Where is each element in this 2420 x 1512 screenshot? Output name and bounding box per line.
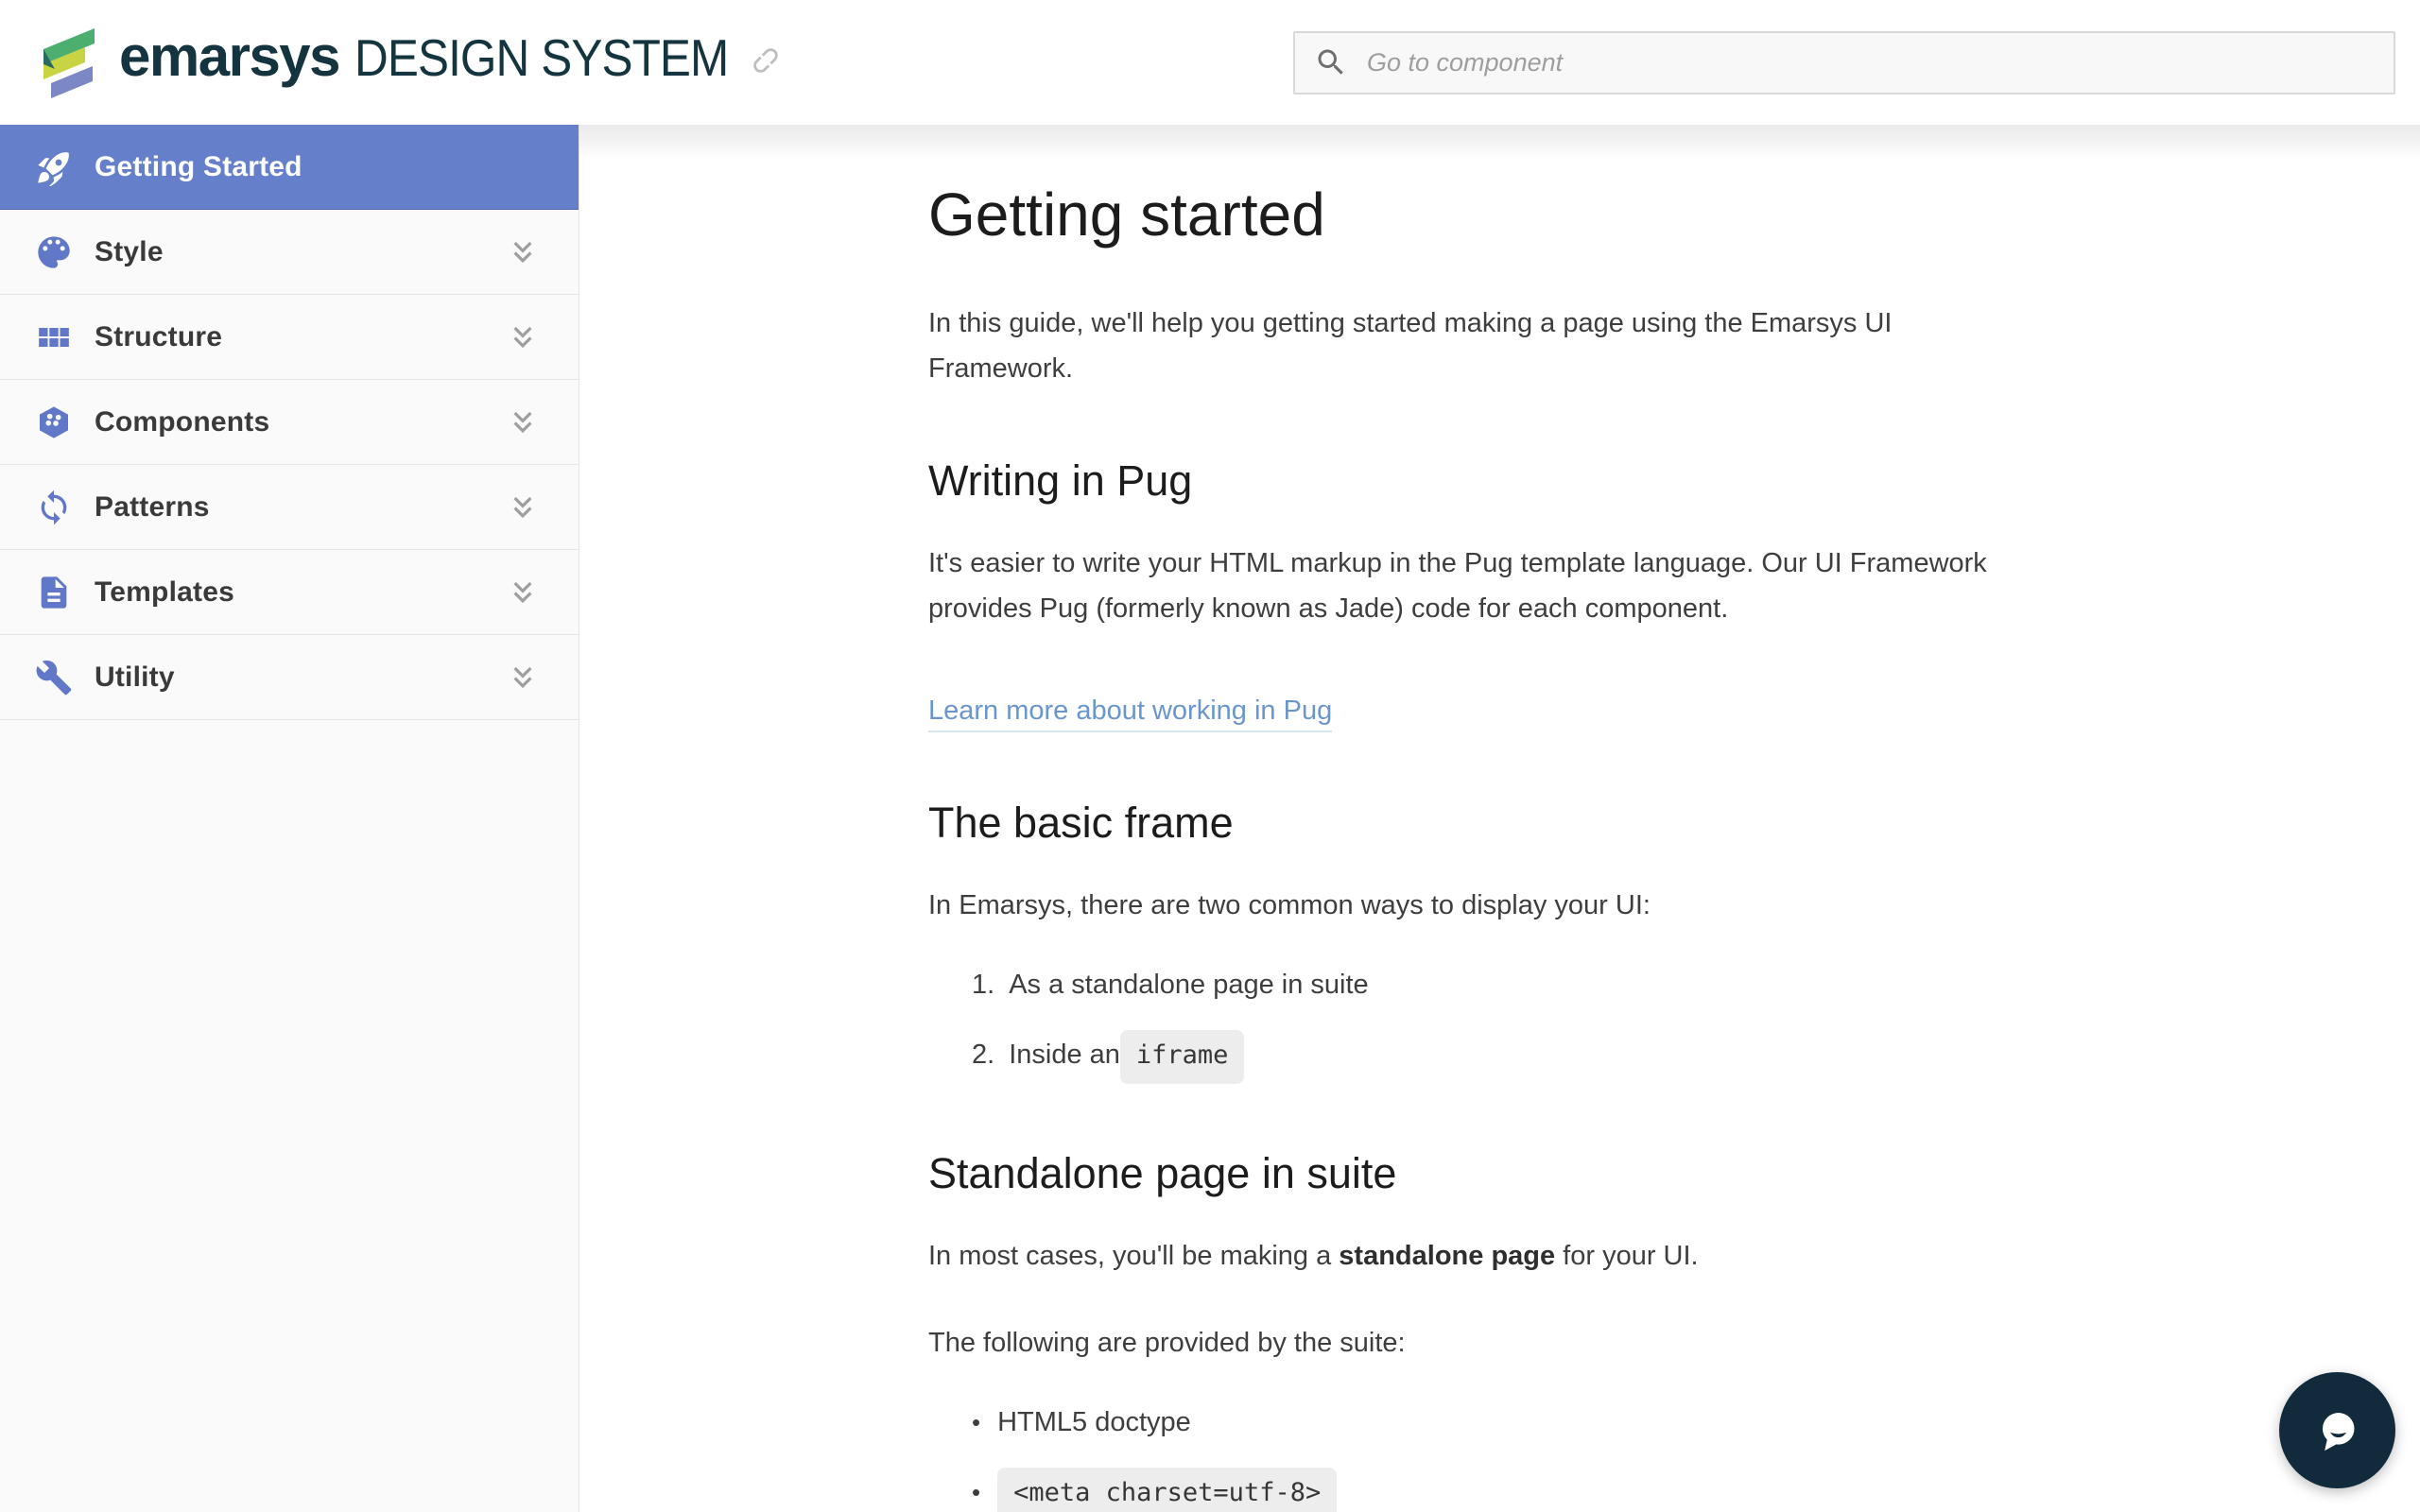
expand-chevrons-icon[interactable] xyxy=(505,490,541,525)
sidebar-item-label: Patterns xyxy=(95,491,210,524)
list-item: 1. As a standalone page in suite xyxy=(972,962,2006,1007)
bullet-list: • HTML5 doctype • <meta charset=utf-8> xyxy=(928,1400,2006,1512)
sidebar-item-templates[interactable]: Templates xyxy=(0,550,579,635)
page-title: Getting started xyxy=(928,178,2006,251)
sidebar-item-style[interactable]: Style xyxy=(0,210,579,295)
sidebar-item-components[interactable]: Components xyxy=(0,380,579,465)
expand-chevrons-icon[interactable] xyxy=(505,575,541,610)
emarsys-logo-mark-icon xyxy=(38,24,98,101)
bullet-marker: • xyxy=(972,1400,980,1445)
search-icon xyxy=(1314,45,1348,79)
sidebar-item-getting-started[interactable]: Getting Started xyxy=(0,125,579,210)
component-search xyxy=(1293,31,2395,94)
permalink-icon[interactable] xyxy=(749,43,783,82)
bullet-marker: • xyxy=(972,1469,980,1512)
provided-paragraph: The following are provided by the suite: xyxy=(928,1320,2006,1366)
search-input[interactable] xyxy=(1365,33,2375,93)
list-number: 2. xyxy=(972,1032,994,1077)
expand-chevrons-icon[interactable] xyxy=(505,234,541,270)
inline-code-chip: <meta charset=utf-8> xyxy=(997,1468,1337,1512)
palette-icon xyxy=(34,232,74,272)
chat-widget-button[interactable] xyxy=(2279,1372,2395,1488)
list-item: • HTML5 doctype xyxy=(972,1400,2006,1445)
learn-pug-link[interactable]: Learn more about working in Pug xyxy=(928,696,1332,732)
hexagon-icon xyxy=(34,403,74,442)
logo-brand-text: emarsys xyxy=(119,24,339,89)
frame-paragraph: In Emarsys, there are two common ways to… xyxy=(928,883,2006,928)
list-item: 2. Inside an iframe xyxy=(972,1030,2006,1084)
sidebar-item-label: Utility xyxy=(95,662,175,694)
app-header: emarsys DESIGN SYSTEM xyxy=(0,0,2420,125)
list-item-text: Inside an xyxy=(1009,1032,1120,1077)
section-heading-basic-frame: The basic frame xyxy=(928,796,2006,850)
pug-paragraph: It's easier to write your HTML markup in… xyxy=(928,541,2006,631)
list-item: • <meta charset=utf-8> xyxy=(972,1468,2006,1512)
logo[interactable]: emarsys DESIGN SYSTEM xyxy=(38,24,724,101)
expand-chevrons-icon[interactable] xyxy=(505,404,541,440)
expand-chevrons-icon[interactable] xyxy=(505,660,541,696)
grid-icon xyxy=(34,318,74,357)
list-item-text: HTML5 doctype xyxy=(997,1400,1191,1445)
bold-text: standalone page xyxy=(1339,1241,1555,1271)
wrench-icon xyxy=(34,658,74,697)
standalone-paragraph: In most cases, you'll be making a standa… xyxy=(928,1233,2006,1279)
sync-icon xyxy=(34,488,74,527)
logo-suffix-text: DESIGN SYSTEM xyxy=(354,27,728,88)
main-content: Getting started In this guide, we'll hel… xyxy=(579,125,2420,1512)
ordered-list: 1. As a standalone page in suite 2. Insi… xyxy=(928,962,2006,1084)
sidebar-item-utility[interactable]: Utility xyxy=(0,635,579,720)
link-row: Learn more about working in Pug xyxy=(928,688,2006,733)
intro-paragraph: In this guide, we'll help you getting st… xyxy=(928,301,2006,391)
list-item-text: As a standalone page in suite xyxy=(1009,962,1369,1007)
sidebar-item-structure[interactable]: Structure xyxy=(0,295,579,380)
inline-code-chip: iframe xyxy=(1120,1030,1245,1084)
sidebar-item-label: Templates xyxy=(95,576,234,609)
section-heading-standalone: Standalone page in suite xyxy=(928,1146,2006,1201)
expand-chevrons-icon[interactable] xyxy=(505,319,541,355)
chat-bubble-icon xyxy=(2305,1398,2371,1464)
list-number: 1. xyxy=(972,962,994,1007)
sidebar-item-patterns[interactable]: Patterns xyxy=(0,465,579,550)
document-icon xyxy=(34,573,74,612)
sidebar-item-label: Style xyxy=(95,236,164,268)
sidebar: Getting Started Style Structure Co xyxy=(0,125,579,1512)
rocket-icon xyxy=(34,147,74,187)
sidebar-item-label: Structure xyxy=(95,321,222,353)
sidebar-item-label: Getting Started xyxy=(95,151,302,183)
sidebar-item-label: Components xyxy=(95,406,269,438)
section-heading-writing-in-pug: Writing in Pug xyxy=(928,454,2006,508)
